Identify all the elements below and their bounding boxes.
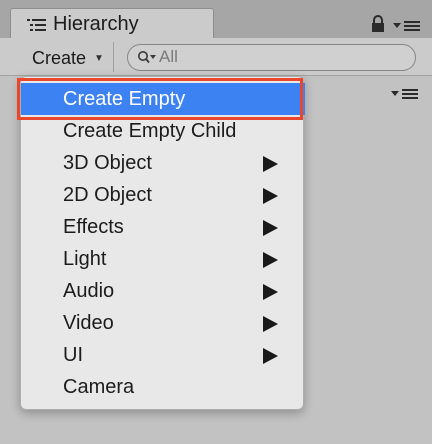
menu-item-camera[interactable]: Camera — [21, 371, 305, 403]
hierarchy-tab[interactable]: Hierarchy — [10, 8, 214, 38]
submenu-arrow-icon — [263, 220, 278, 236]
menu-item-label: Light — [63, 248, 107, 270]
menu-item-effects[interactable]: Effects — [21, 211, 305, 243]
highlight-outline — [17, 78, 303, 120]
menu-item-label: Camera — [63, 376, 135, 398]
menu-item-label: UI — [63, 344, 83, 366]
submenu-arrow-icon — [263, 156, 278, 172]
search-icon[interactable] — [137, 50, 159, 66]
menu-item-ui[interactable]: UI — [21, 339, 305, 371]
tab-title: Hierarchy — [53, 13, 139, 35]
submenu-arrow-icon — [263, 188, 278, 204]
menu-item-label: Video — [63, 312, 114, 334]
submenu-arrow-icon — [263, 348, 278, 364]
menu-item-label: Audio — [63, 280, 115, 302]
menu-item-video[interactable]: Video — [21, 307, 305, 339]
menu-item-label: Effects — [63, 216, 124, 238]
menu-item-3d-object[interactable]: 3D Object — [21, 147, 305, 179]
menu-item-2d-object[interactable]: 2D Object — [21, 179, 305, 211]
create-label: Create — [32, 47, 87, 68]
toolbar-divider — [113, 42, 114, 72]
chevron-down-icon: ▼ — [94, 52, 104, 64]
tab-menu-icon[interactable] — [393, 19, 421, 33]
menu-item-audio[interactable]: Audio — [21, 275, 305, 307]
search-input[interactable] — [159, 47, 399, 67]
menu-item-label: 3D Object — [63, 152, 152, 174]
submenu-arrow-icon — [263, 316, 278, 332]
scene-menu-icon[interactable] — [391, 88, 419, 100]
lock-icon[interactable] — [371, 15, 385, 33]
menu-item-label: Create Empty Child — [63, 120, 237, 142]
create-button[interactable]: Create ▼ — [20, 43, 112, 73]
tab-bar: Hierarchy — [0, 0, 432, 38]
menu-item-light[interactable]: Light — [21, 243, 305, 275]
create-menu: Create Empty Create Empty Child 3D Objec… — [20, 76, 305, 410]
search-field[interactable] — [127, 44, 416, 71]
menu-item-label: 2D Object — [63, 184, 152, 206]
submenu-arrow-icon — [263, 284, 278, 300]
submenu-arrow-icon — [263, 252, 278, 268]
list-icon — [27, 19, 46, 31]
